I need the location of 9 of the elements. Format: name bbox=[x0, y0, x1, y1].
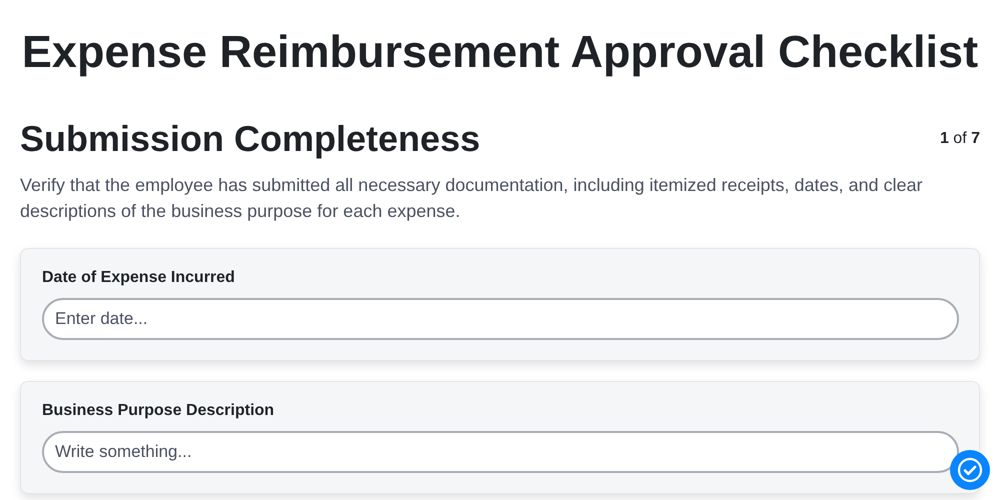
check-circle-icon bbox=[957, 457, 983, 483]
section-description: Verify that the employee has submitted all necessary documentation, including itemized receipts, dates, and clear descriptions of the business purpose for each expense. bbox=[20, 174, 924, 223]
section-heading: Submission Completeness bbox=[20, 118, 480, 160]
field-label: Business Purpose Description bbox=[42, 402, 276, 420]
field-label: Date of Expense Incurred bbox=[42, 269, 236, 287]
input-field[interactable]: Write something... bbox=[42, 431, 959, 473]
step-counter: 1 of 7 bbox=[940, 130, 980, 148]
input-field[interactable]: Enter date... bbox=[42, 298, 959, 340]
page-title: Expense Reimbursement Approval Checklist bbox=[20, 25, 980, 79]
